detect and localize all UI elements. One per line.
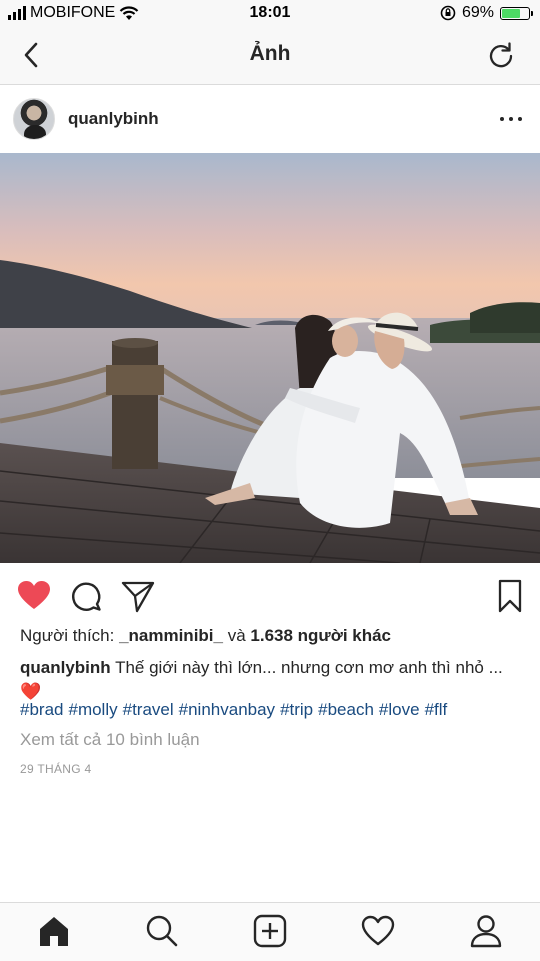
caption-username[interactable]: quanlybinh [20, 658, 111, 677]
comment-icon [72, 582, 101, 611]
heart-icon [361, 915, 395, 946]
heart-filled-icon [18, 581, 50, 609]
post-username[interactable]: quanlybinh [68, 109, 159, 129]
send-icon [121, 581, 155, 613]
status-right: 69% [440, 4, 533, 22]
refresh-button[interactable] [486, 40, 516, 70]
dot-icon [518, 117, 522, 121]
page-title: Ảnh [249, 42, 291, 65]
tab-home[interactable] [36, 913, 72, 949]
likes-prefix: Người thích: [20, 626, 120, 645]
battery-icon [500, 6, 533, 20]
orientation-lock-icon [440, 5, 456, 21]
search-icon [146, 915, 178, 947]
post-header: quanlybinh [0, 85, 540, 154]
nav-header: Ảnh [0, 28, 540, 85]
post-date: 29 THÁNG 4 [20, 762, 92, 776]
avatar[interactable] [13, 98, 55, 140]
post-photo[interactable] [0, 153, 540, 563]
view-comments-link[interactable]: Xem tất cả 10 bình luận [20, 730, 200, 750]
hashtag-link[interactable]: #brad [20, 700, 63, 719]
likes-count[interactable]: 1.638 người khác [250, 626, 391, 645]
dot-icon [509, 117, 513, 121]
hashtag-link[interactable]: #molly [68, 700, 117, 719]
hashtag-link[interactable]: #ninhvanbay [179, 700, 275, 719]
share-button[interactable] [120, 578, 156, 614]
likes-middle: và [222, 626, 251, 645]
hashtag-link[interactable]: #love [379, 700, 420, 719]
refresh-icon [489, 42, 513, 68]
like-button[interactable] [16, 578, 52, 614]
hashtag-link[interactable]: #trip [280, 700, 313, 719]
bottom-tab-bar [0, 902, 540, 961]
comment-button[interactable] [68, 578, 104, 614]
likes-summary: Người thích: _namminibi_ và 1.638 người … [20, 626, 391, 646]
plus-square-icon [253, 914, 287, 948]
tab-activity[interactable] [360, 913, 396, 949]
battery-fill [502, 8, 520, 18]
tab-new-post[interactable] [252, 913, 288, 949]
battery-percent: 69% [461, 4, 494, 21]
action-bar [0, 572, 540, 622]
tab-profile[interactable] [468, 913, 504, 949]
save-button[interactable] [492, 578, 528, 614]
hashtag-link[interactable]: #flf [425, 700, 448, 719]
bookmark-icon [498, 579, 522, 613]
dot-icon [500, 117, 504, 121]
post-caption: quanlybinh Thế giới này thì lớn... nhưng… [20, 656, 520, 704]
tab-search[interactable] [144, 913, 180, 949]
profile-icon [470, 915, 502, 948]
hashtag-link[interactable]: #beach [318, 700, 374, 719]
hashtag-list: #brad #molly #travel #ninhvanbay #trip #beach… [20, 700, 452, 720]
likes-user[interactable]: _namminibi_ [119, 626, 223, 645]
home-icon [40, 917, 68, 946]
hashtag-link[interactable]: #travel [123, 700, 174, 719]
status-bar: MOBIFONE 18:01 69% [0, 0, 540, 28]
more-options-button[interactable] [500, 109, 522, 129]
